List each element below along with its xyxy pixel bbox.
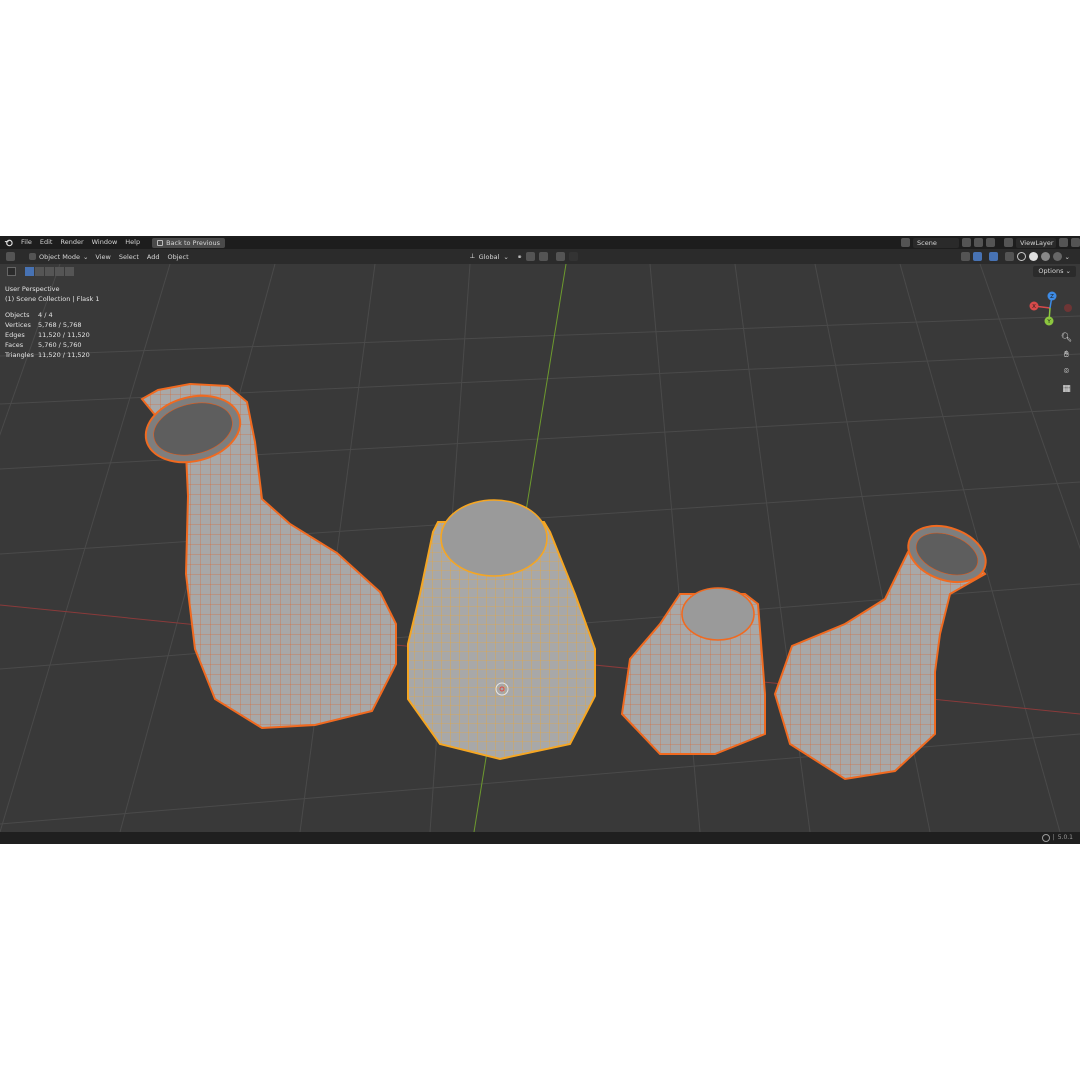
select-invert-icon[interactable] (55, 267, 64, 276)
top-menu-bar: File Edit Render Window Help Back to Pre… (0, 236, 1080, 249)
new-view-layer-icon[interactable] (1059, 238, 1068, 247)
gizmo-toggle-icon[interactable] (972, 252, 982, 261)
select-subtract-icon[interactable] (45, 267, 54, 276)
proportional-edit-icon[interactable] (556, 252, 566, 261)
overlay-toggle-icon[interactable] (988, 252, 998, 261)
mode-label: Object Mode (39, 252, 80, 261)
transform-controls: ⟂ Global ⌄ ⚭ (470, 249, 579, 264)
object-mode-icon (29, 253, 36, 260)
stats-row: Faces 5,760 / 5,760 (5, 341, 82, 349)
selection-mode-group (25, 267, 74, 276)
menu-add[interactable]: Add (143, 253, 164, 261)
snap-icon[interactable] (526, 252, 536, 261)
neg-x-axis (1064, 304, 1072, 312)
material-shading-icon[interactable] (1040, 252, 1050, 261)
stats-row: Triangles 11,520 / 11,520 (5, 351, 90, 359)
blender-window: File Edit Render Window Help Back to Pre… (0, 236, 1080, 844)
navigation-gizmo[interactable]: X Y Z (1024, 286, 1080, 334)
menu-edit[interactable]: Edit (36, 236, 57, 249)
snap-settings-icon[interactable] (539, 252, 549, 261)
options-button[interactable]: Options ⌄ (1033, 266, 1076, 277)
perspective-grid-icon[interactable]: ▦ (1058, 381, 1075, 396)
view-layer-field[interactable]: ViewLayer (1016, 237, 1056, 248)
wireframe-shading-icon[interactable] (1016, 252, 1026, 261)
menu-select[interactable]: Select (115, 253, 143, 261)
editor-type-icon[interactable] (6, 252, 15, 261)
svg-text:Z: Z (1050, 294, 1054, 300)
3d-viewport[interactable] (0, 264, 1080, 832)
solid-shading-icon[interactable] (1028, 252, 1038, 261)
view-layer-icon[interactable] (1004, 238, 1013, 247)
menu-window[interactable]: Window (88, 236, 122, 249)
falloff-icon[interactable] (569, 252, 579, 261)
zoom-icon[interactable]: 🔍︎ (1058, 330, 1075, 345)
version-label: 5.0.1 (1057, 834, 1073, 841)
stats-row: Objects 4 / 4 (5, 311, 53, 319)
collection-label: (1) Scene Collection | Flask 1 (5, 295, 100, 303)
new-scene-icon[interactable] (974, 238, 983, 247)
stats-row: Edges 11,520 / 11,520 (5, 331, 90, 339)
select-tool-icon[interactable] (7, 267, 16, 276)
mode-dropdown[interactable]: Object Mode ⌄ (26, 253, 91, 261)
status-bar: | 5.0.1 (0, 832, 1080, 844)
back-to-previous-label: Back to Previous (166, 238, 221, 247)
scene-icon[interactable] (901, 238, 910, 247)
scene-field[interactable]: Scene (913, 237, 959, 248)
menu-view[interactable]: View (91, 253, 114, 261)
select-new-icon[interactable] (25, 267, 34, 276)
workspace-controls: Scene ViewLayer (901, 236, 1080, 249)
xray-icon[interactable] (1004, 252, 1014, 261)
viewport-shading-controls: ⌄ (960, 249, 1070, 264)
select-extend-icon[interactable] (35, 267, 44, 276)
menu-render[interactable]: Render (56, 236, 87, 249)
globe-icon (1041, 834, 1050, 842)
svg-text:X: X (1032, 304, 1036, 310)
svg-text:Y: Y (1046, 319, 1051, 325)
options-label: Options (1038, 267, 1064, 275)
screen-icon (157, 239, 164, 246)
remove-scene-icon[interactable] (986, 238, 995, 247)
pin-icon[interactable] (962, 238, 971, 247)
menu-object[interactable]: Object (164, 253, 193, 261)
chevron-down-icon: ⌄ (503, 252, 509, 261)
tool-settings-row: Options ⌄ (0, 264, 1080, 279)
pan-hand-icon[interactable]: ✋︎ (1058, 347, 1075, 362)
camera-view-icon[interactable]: ⌾ (1058, 364, 1075, 379)
blender-logo-icon[interactable] (3, 238, 13, 248)
view-name: User Perspective (5, 285, 60, 293)
viewport-info-overlay: User Perspective (1) Scene Collection | … (5, 284, 100, 360)
select-intersect-icon[interactable] (65, 267, 74, 276)
viewport-header: Object Mode ⌄ View Select Add Object ⟂ G… (0, 249, 1080, 264)
transform-orientation[interactable]: Global (479, 253, 500, 261)
stats-row: Vertices 5,768 / 5,768 (5, 321, 82, 329)
pivot-icon[interactable]: ⚭ (517, 253, 522, 261)
rendered-shading-icon[interactable] (1052, 252, 1062, 261)
menu-help[interactable]: Help (121, 236, 144, 249)
chevron-down-icon[interactable]: ⌄ (1065, 253, 1070, 261)
visibility-icon[interactable] (960, 252, 970, 261)
menu-file[interactable]: File (17, 236, 36, 249)
orientation-icon[interactable]: ⟂ (470, 252, 475, 261)
back-to-previous-button[interactable]: Back to Previous (152, 237, 226, 248)
chevron-down-icon: ⌄ (82, 252, 89, 261)
version-info: | 5.0.1 (1041, 833, 1073, 843)
remove-view-layer-icon[interactable] (1071, 238, 1080, 247)
